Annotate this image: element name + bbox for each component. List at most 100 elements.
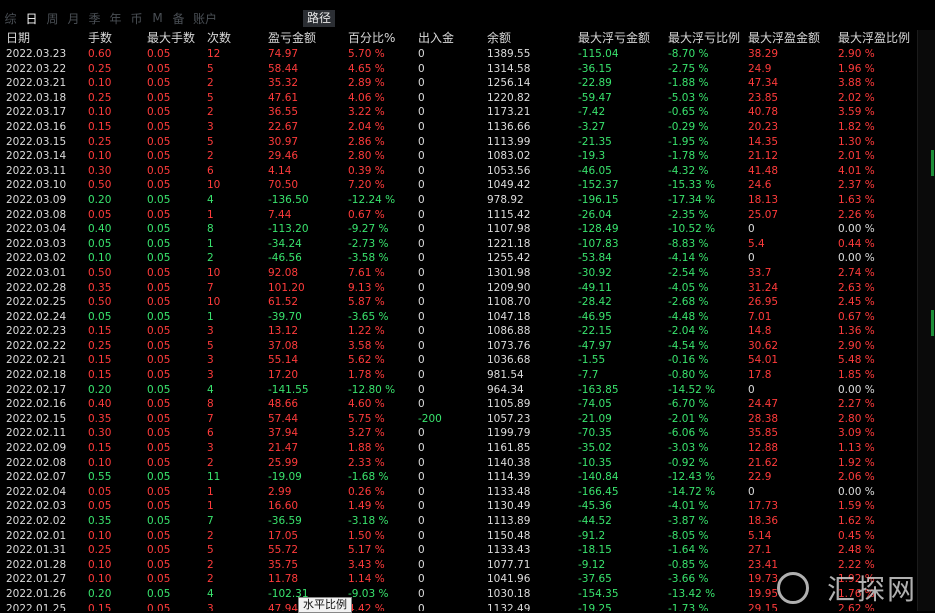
table-row[interactable]: 2022.03.22 0.25 0.05 5 58.44 4.65 % 0 1314.58 -3… [0, 62, 918, 77]
table-cell: 1140.38 [487, 456, 531, 469]
table-cell: 29.46 [268, 150, 299, 163]
table-cell: -1.64 % [668, 544, 709, 557]
table-row[interactable]: 2022.03.16 0.15 0.05 3 22.67 2.04 % 0 1136.66 -3… [0, 120, 918, 135]
table-cell: 2022.02.09 [6, 442, 67, 455]
table-cell: 13.12 [268, 325, 299, 338]
tab-7[interactable]: M [147, 11, 168, 25]
table-row[interactable]: 2022.02.02 0.35 0.05 7 -36.59 -3.18 % 0 1113.89… [0, 514, 918, 529]
column-header[interactable]: 最大手数 [147, 30, 195, 47]
tab-8[interactable]: 备 [168, 10, 189, 27]
table-cell: 1115.42 [487, 208, 531, 221]
tab-1[interactable]: 日 [21, 10, 42, 27]
tab-2[interactable]: 周 [42, 10, 63, 27]
table-row[interactable]: 2022.03.15 0.25 0.05 5 30.97 2.86 % 0 1113.99 -2… [0, 135, 918, 150]
column-header[interactable]: 最大浮盈比例 [838, 30, 910, 47]
table-cell: 14.8 [748, 325, 772, 338]
table-row[interactable]: 2022.02.07 0.55 0.05 11 -19.09 -1.68 % 0 1114.3… [0, 470, 918, 485]
column-header[interactable]: 余额 [487, 30, 511, 47]
table-row[interactable]: 2022.02.01 0.10 0.05 2 17.05 1.50 % 0 1150.48 -9… [0, 529, 918, 544]
table-cell: 4 [207, 383, 214, 396]
table-row[interactable]: 2022.02.04 0.05 0.05 1 2.99 0.26 % 0 1133.48 -16… [0, 485, 918, 500]
table-row[interactable]: 2022.03.21 0.10 0.05 2 35.32 2.89 % 0 1256.14 -2… [0, 76, 918, 91]
table-cell: 0.05 [147, 281, 171, 294]
table-row[interactable]: 2022.02.28 0.35 0.05 7 101.20 9.13 % 0 1209.90 -… [0, 281, 918, 296]
route-button[interactable]: 路径 [303, 10, 336, 27]
tab-6[interactable]: 币 [126, 10, 147, 27]
table-cell: -1.88 % [668, 77, 709, 90]
table-cell: 1255.42 [487, 252, 531, 265]
tab-9[interactable]: 账户 [189, 10, 233, 27]
table-row[interactable]: 2022.03.03 0.05 0.05 1 -34.24 -2.73 % 0 1221.18… [0, 237, 918, 252]
table-cell: 58.44 [268, 62, 299, 75]
table-row[interactable]: 2022.03.09 0.20 0.05 4 -136.50 -12.24 % 0 978.9… [0, 193, 918, 208]
tab-4[interactable]: 季 [84, 10, 105, 27]
table-row[interactable]: 2022.02.18 0.15 0.05 3 17.20 1.78 % 0 981.54 -7.… [0, 368, 918, 383]
table-cell: 3.22 % [348, 106, 385, 119]
table-cell: -200 [418, 412, 442, 425]
table-row[interactable]: 2022.02.21 0.15 0.05 3 55.14 5.62 % 0 1036.68 -1… [0, 353, 918, 368]
table-cell: 1047.18 [487, 310, 531, 323]
table-row[interactable]: 2022.01.31 0.25 0.05 5 55.72 5.17 % 0 1133.43 -1… [0, 543, 918, 558]
table-row[interactable]: 2022.01.28 0.10 0.05 2 35.75 3.43 % 0 1077.71 -9… [0, 558, 918, 573]
table-row[interactable]: 2022.01.25 0.15 0.05 3 47.94 4.42 % 0 1132.49 -1… [0, 602, 918, 611]
table-row[interactable]: 2022.03.18 0.25 0.05 5 47.61 4.06 % 0 1220.82 -5… [0, 91, 918, 106]
table-row[interactable]: 2022.02.17 0.20 0.05 4 -141.55 -12.80 % 0 964.3… [0, 383, 918, 398]
table-row[interactable]: 2022.02.15 0.35 0.05 7 57.44 5.75 % -200 1057.2… [0, 412, 918, 427]
tab-3[interactable]: 月 [63, 10, 84, 27]
table-row[interactable]: 2022.02.08 0.10 0.05 2 25.99 2.33 % 0 1140.38 -1… [0, 456, 918, 471]
table-row[interactable]: 2022.03.04 0.40 0.05 8 -113.20 -9.27 % 0 1107.9… [0, 222, 918, 237]
table-cell: 0.15 [88, 602, 112, 611]
tab-0[interactable]: 综 [0, 10, 21, 27]
column-header[interactable]: 日期 [6, 30, 30, 47]
table-cell: 0.67 % [838, 310, 875, 323]
table-cell: -7.42 [578, 106, 606, 119]
table-cell: 0.10 [88, 150, 112, 163]
table-cell: 0.25 [88, 544, 112, 557]
table-row[interactable]: 2022.03.08 0.05 0.05 1 7.44 0.67 % 0 1115.42 -26… [0, 208, 918, 223]
column-header[interactable]: 最大浮盈金额 [748, 30, 820, 47]
table-cell: 2.45 % [838, 296, 875, 309]
table-cell: -21.09 [578, 412, 612, 425]
table-cell: 2022.03.18 [6, 91, 67, 104]
table-cell: -22.15 [578, 325, 612, 338]
table-row[interactable]: 2022.02.16 0.40 0.05 8 48.66 4.60 % 0 1105.89 -7… [0, 397, 918, 412]
table-cell: 0.30 [88, 427, 112, 440]
table-cell: 2 [207, 252, 214, 265]
table-cell: 2022.03.03 [6, 237, 67, 250]
table-cell: 2022.03.09 [6, 193, 67, 206]
table-row[interactable]: 2022.03.23 0.60 0.05 12 74.97 5.70 % 0 1389.55 -… [0, 47, 918, 62]
column-header[interactable]: 出入金 [418, 30, 454, 47]
table-row[interactable]: 2022.03.10 0.50 0.05 10 70.50 7.20 % 0 1049.42 -… [0, 178, 918, 193]
table-row[interactable]: 2022.03.14 0.10 0.05 2 29.46 2.80 % 0 1083.02 -1… [0, 149, 918, 164]
column-header[interactable]: 百分比% [348, 30, 395, 47]
table-row[interactable]: 2022.02.09 0.15 0.05 3 21.47 1.88 % 0 1161.85 -3… [0, 441, 918, 456]
column-header[interactable]: 最大浮亏比例 [668, 30, 740, 47]
table-row[interactable]: 2022.02.24 0.05 0.05 1 -39.70 -3.65 % 0 1047.18… [0, 310, 918, 325]
table-cell: -18.15 [578, 544, 612, 557]
column-header[interactable]: 盈亏金额 [268, 30, 316, 47]
table-row[interactable]: 2022.02.25 0.50 0.05 10 61.52 5.87 % 0 1108.70 -… [0, 295, 918, 310]
table-row[interactable]: 2022.03.02 0.10 0.05 2 -46.56 -3.58 % 0 1255.42… [0, 251, 918, 266]
table-cell: 0 [418, 500, 425, 513]
table-row[interactable]: 2022.03.17 0.10 0.05 2 36.55 3.22 % 0 1173.21 -7… [0, 105, 918, 120]
column-header[interactable]: 手数 [88, 30, 112, 47]
table-cell: 37.08 [268, 339, 299, 352]
table-row[interactable]: 2022.02.23 0.15 0.05 3 13.12 1.22 % 0 1086.88 -2… [0, 324, 918, 339]
table-row[interactable]: 2022.02.22 0.25 0.05 5 37.08 3.58 % 0 1073.76 -4… [0, 339, 918, 354]
table-cell: 7.01 [748, 310, 772, 323]
table-cell: 1.30 % [838, 135, 875, 148]
table-row[interactable]: 2022.03.01 0.50 0.05 10 92.08 7.61 % 0 1301.98 -… [0, 266, 918, 281]
table-cell: -140.84 [578, 471, 619, 484]
table-row[interactable]: 2022.02.03 0.05 0.05 1 16.60 1.49 % 0 1130.49 -4… [0, 499, 918, 514]
tab-5[interactable]: 年 [105, 10, 126, 27]
table-cell: 1.85 % [838, 369, 875, 382]
table-cell: 1086.88 [487, 325, 531, 338]
table-row[interactable]: 2022.03.11 0.30 0.05 6 4.14 0.39 % 0 1053.56 -46… [0, 164, 918, 179]
column-header[interactable]: 最大浮亏金额 [578, 30, 650, 47]
table-cell: 2.74 % [838, 266, 875, 279]
table-row[interactable]: 2022.02.11 0.30 0.05 6 37.94 3.27 % 0 1199.79 -7… [0, 426, 918, 441]
vertical-scrollbar[interactable] [917, 30, 935, 611]
table-cell: 2022.02.23 [6, 325, 67, 338]
column-header[interactable]: 次数 [207, 30, 231, 47]
table-cell: 2.90 % [838, 339, 875, 352]
